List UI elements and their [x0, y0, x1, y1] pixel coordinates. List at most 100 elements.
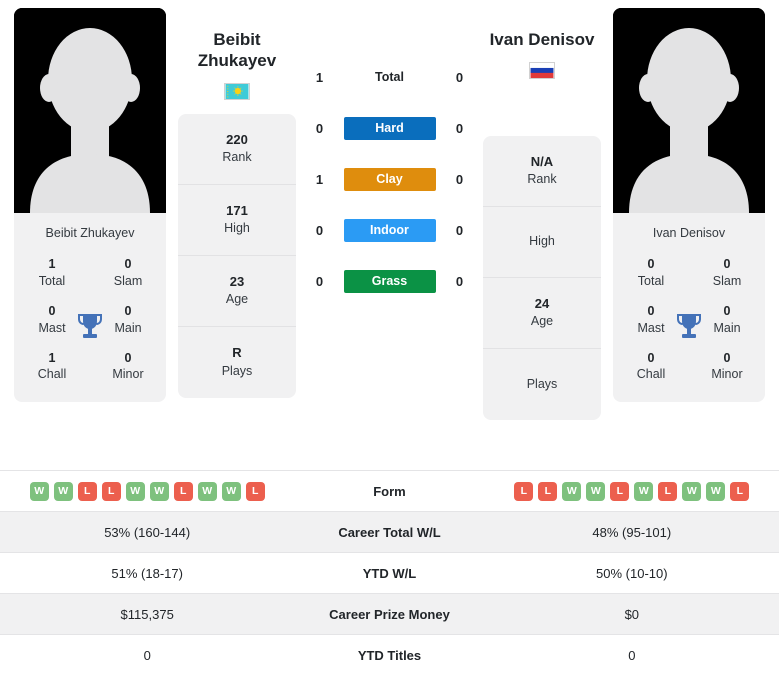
right-titles-slam-label: Slam — [712, 273, 742, 288]
left-info-high-label: High — [224, 221, 250, 236]
right-titles-grid: 0 Total 0 Slam 0 Mast 0 Main 0 Chall 0 M… — [613, 250, 765, 402]
right-titles-total: 0 Total — [613, 250, 689, 297]
form-badge-loss: L — [173, 481, 193, 501]
right-info-age: 24 Age — [483, 278, 601, 349]
right-titles-total-label: Total — [637, 273, 665, 288]
career-total-wl-left: 53% (160-144) — [0, 511, 295, 553]
form-badge-loss: L — [101, 481, 121, 501]
right-info-high: High — [483, 207, 601, 278]
surface-indoor-right-score: 0 — [455, 223, 464, 238]
kazakhstan-flag-icon — [224, 82, 250, 100]
left-player-photo — [14, 8, 166, 213]
right-info-rank-label: Rank — [527, 172, 557, 187]
right-info-column: Ivan Denisov N/A Rank High 24 Age Plays — [483, 8, 601, 420]
form-badge-win: W — [586, 481, 606, 501]
form-badge-loss: L — [77, 481, 97, 501]
table-row-ytd-wl: 51% (18-17) YTD W/L 50% (10-10) — [0, 552, 779, 594]
ytd-titles-right: 0 — [484, 634, 779, 676]
ytd-wl-left: 51% (18-17) — [0, 552, 295, 594]
right-info-plays-label: Plays — [526, 376, 558, 391]
form-badge-win: W — [53, 481, 73, 501]
surface-hard-left-score: 0 — [315, 121, 324, 136]
left-titles-total-value: 1 — [48, 257, 56, 271]
left-titles-total-label: Total — [38, 273, 66, 288]
left-titles-minor-label: Minor — [112, 367, 144, 382]
left-info-plays-label: Plays — [221, 363, 253, 378]
right-titles-minor: 0 Minor — [689, 344, 765, 391]
right-info-rank-value: N/A — [530, 154, 554, 170]
form-badge-loss: L — [538, 481, 558, 501]
left-titles-chall: 1 Chall — [14, 344, 90, 391]
ytd-wl-right: 50% (10-10) — [484, 552, 779, 594]
right-info-age-value: 24 — [534, 296, 550, 312]
left-player-name-heading: Beibit Zhukayev — [198, 8, 276, 72]
left-titles-slam-value: 0 — [124, 257, 132, 271]
surface-clay-right-score: 0 — [455, 172, 464, 187]
ytd-titles-label: YTD Titles — [294, 634, 485, 676]
russia-flag-icon — [529, 61, 555, 79]
career-total-wl-label: Career Total W/L — [294, 511, 485, 553]
career-prize-money-label: Career Prize Money — [294, 593, 485, 635]
right-titles-chall-value: 0 — [647, 350, 655, 365]
left-titles-total: 1 Total — [14, 250, 90, 297]
surface-clay-label[interactable]: Clay — [343, 168, 436, 191]
right-form-badges: LLWWLWLWWL — [485, 481, 779, 501]
form-badge-win: W — [562, 481, 582, 501]
right-titles-total-value: 0 — [647, 257, 655, 271]
left-info-age-label: Age — [225, 292, 249, 307]
russia-flag-glyph — [530, 62, 554, 78]
form-badge-win: W — [682, 481, 702, 501]
left-info-plays: R Plays — [178, 327, 296, 398]
surface-indoor-label[interactable]: Indoor — [343, 219, 436, 242]
comparison-top-area: Beibit Zhukayev 1 Total 0 Slam 0 Mast 0 … — [0, 0, 779, 470]
right-player-photo-name: Ivan Denisov — [652, 226, 726, 240]
surface-grass-left-score: 0 — [315, 274, 324, 289]
left-form-badges: WWLLWWLWWL — [0, 481, 294, 501]
surface-row-indoor: 0 Indoor 0 — [296, 219, 483, 242]
form-badge-loss: L — [730, 481, 750, 501]
surface-hard-right-score: 0 — [455, 121, 464, 136]
right-info-rank: N/A Rank — [483, 136, 601, 207]
form-badge-win: W — [221, 481, 241, 501]
player-comparison-page: Beibit Zhukayev 1 Total 0 Slam 0 Mast 0 … — [0, 0, 779, 699]
form-badge-loss: L — [514, 481, 534, 501]
surface-hard-label[interactable]: Hard — [343, 117, 436, 140]
surface-grass-label[interactable]: Grass — [343, 270, 436, 293]
left-info-plays-value: R — [232, 345, 242, 361]
left-info-rank-value: 220 — [226, 131, 248, 147]
form-badge-win: W — [634, 481, 654, 501]
right-player-photo — [613, 8, 765, 213]
surface-comparison: 1 Total 0 0 Hard 0 1 Clay 0 0 Indoor 0 0 — [296, 8, 483, 293]
avatar-silhouette-icon — [14, 8, 166, 213]
ytd-wl-label: YTD W/L — [294, 552, 485, 594]
right-titles-minor-label: Minor — [711, 367, 743, 382]
comparison-stats-table: WWLLWWLWWL Form LLWWLWLWWL 53% (160-144)… — [0, 470, 779, 676]
left-titles-minor-value: 0 — [124, 350, 132, 365]
left-titles-slam-label: Slam — [113, 273, 143, 288]
table-row-career-prize-money: $115,375 Career Prize Money $0 — [0, 593, 779, 635]
form-badge-loss: L — [610, 481, 630, 501]
left-info-age-value: 23 — [229, 273, 245, 289]
avatar-silhouette-icon — [613, 8, 765, 213]
left-player-name-line2: Zhukayev — [197, 50, 277, 70]
trophy-glyph — [78, 314, 102, 339]
left-info-card: 220 Rank 171 High 23 Age R Plays — [178, 113, 296, 398]
career-total-wl-right: 48% (95-101) — [484, 511, 779, 553]
right-titles-slam: 0 Slam — [689, 250, 765, 297]
left-titles-minor: 0 Minor — [90, 344, 166, 391]
surface-row-hard: 0 Hard 0 — [296, 117, 483, 140]
left-titles-grid: 1 Total 0 Slam 0 Mast 0 Main 1 Chall 0 M… — [14, 250, 166, 402]
right-player-name-line1: Ivan Denisov — [489, 30, 595, 49]
ytd-titles-left: 0 — [0, 634, 295, 676]
table-row-career-total-wl: 53% (160-144) Career Total W/L 48% (95-1… — [0, 511, 779, 553]
left-player-card[interactable]: Beibit Zhukayev 1 Total 0 Slam 0 Mast 0 … — [14, 8, 166, 403]
surface-row-total: 1 Total 0 — [296, 66, 483, 89]
left-titles-slam: 0 Slam — [90, 250, 166, 297]
form-badge-win: W — [29, 481, 49, 501]
right-player-card[interactable]: Ivan Denisov 0 Total 0 Slam 0 Mast 0 Mai… — [613, 8, 765, 403]
surface-total-right-score: 0 — [455, 70, 464, 85]
form-badge-loss: L — [658, 481, 678, 501]
right-info-card: N/A Rank High 24 Age Plays — [483, 135, 601, 420]
form-badge-loss: L — [245, 481, 265, 501]
surface-indoor-left-score: 0 — [315, 223, 324, 238]
